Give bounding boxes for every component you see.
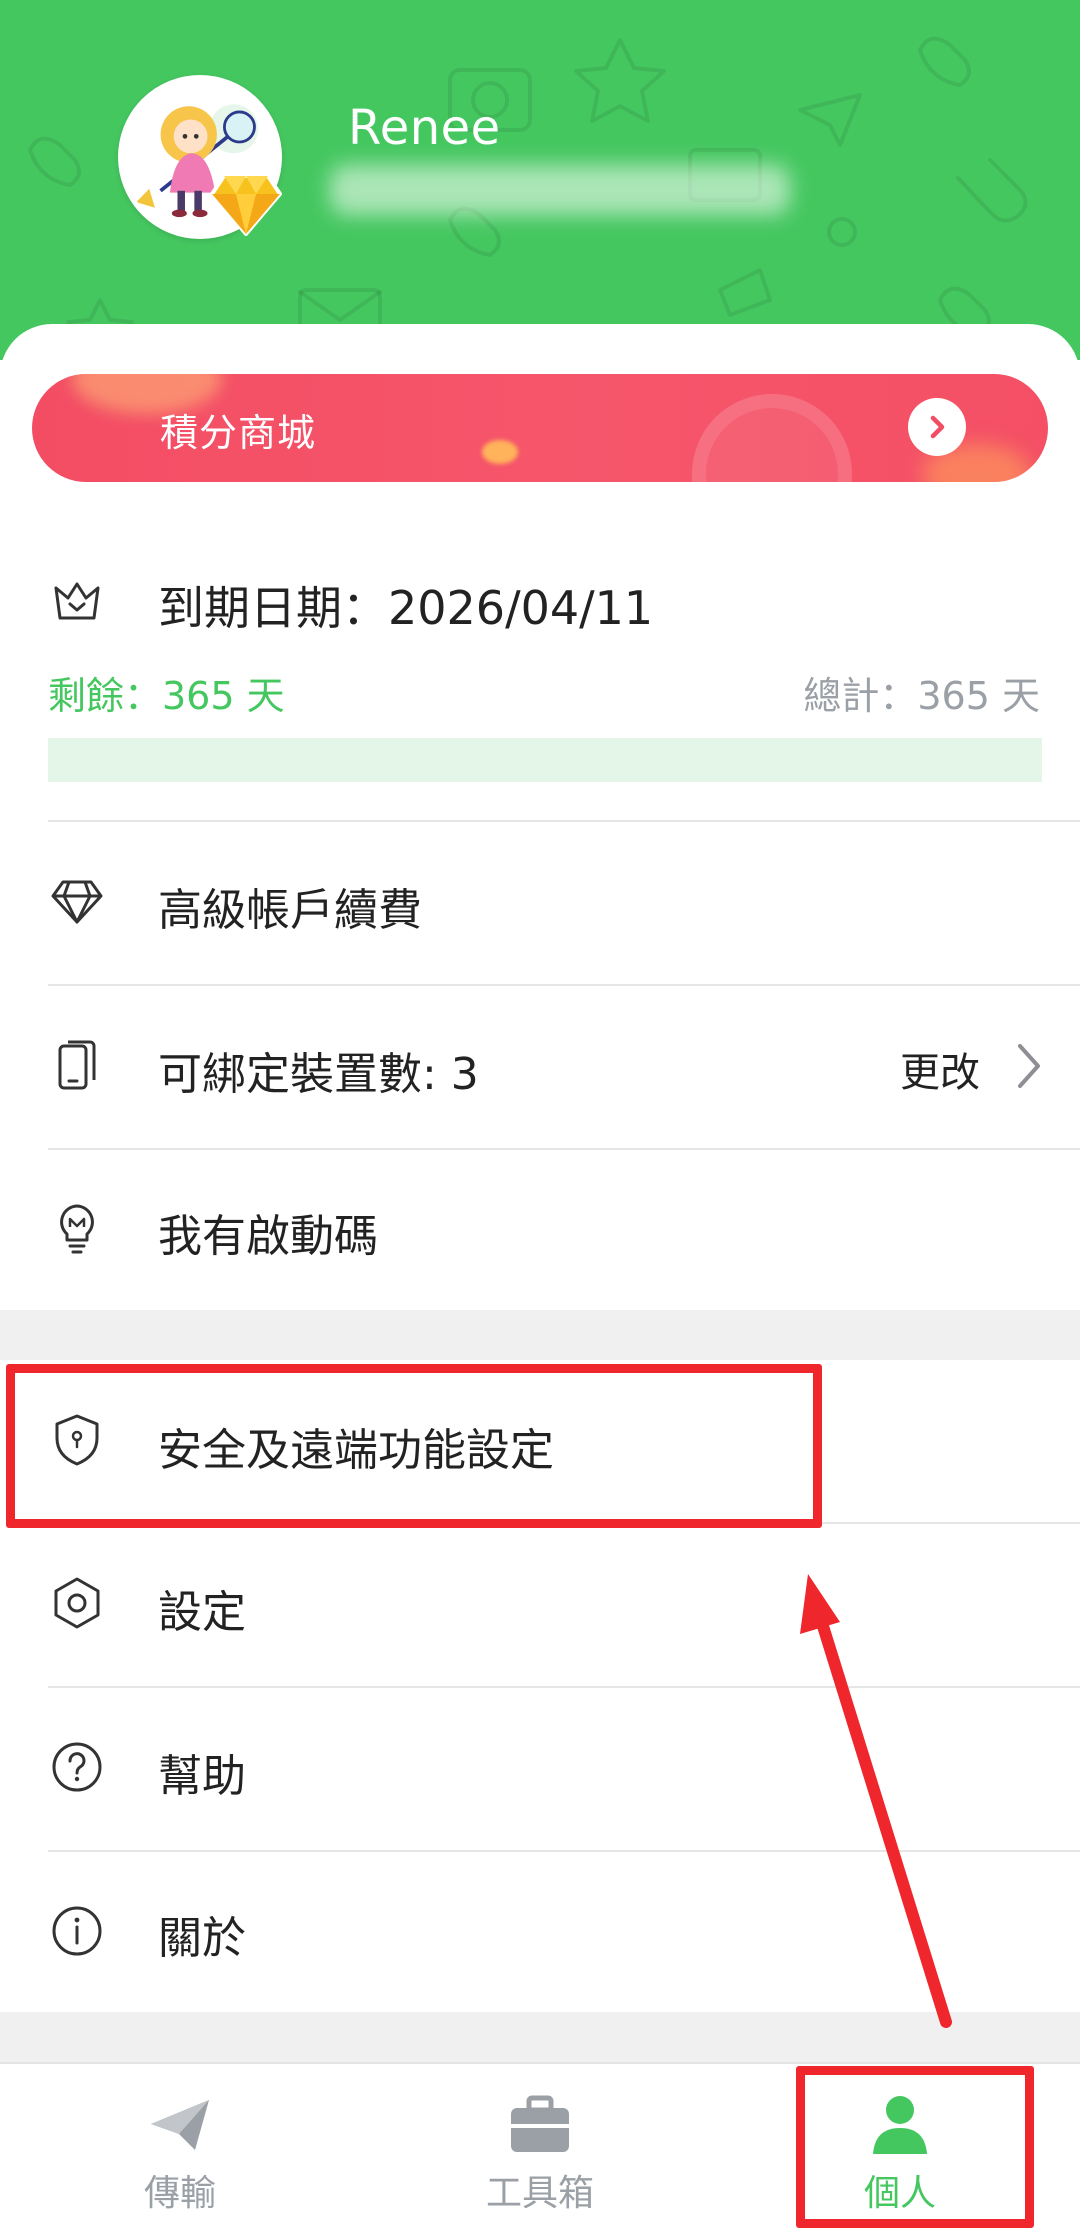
section-separator: [0, 2012, 1080, 2062]
redacted-account-id: [330, 165, 790, 215]
points-mall-banner[interactable]: 積分商城: [32, 374, 1048, 482]
phone-icon: [58, 1040, 96, 1090]
question-icon: [52, 1742, 102, 1792]
paper-plane-icon: [151, 2100, 209, 2150]
banner-dot-decoration: [482, 440, 518, 464]
tab-label: 工具箱: [485, 2173, 594, 2214]
username: Renee: [348, 100, 501, 156]
menu-item-activation-code[interactable]: 我有啟動碼: [0, 1150, 1080, 1310]
menu-item-label: 高級帳戶續費: [158, 885, 422, 936]
chevron-right-icon: [1018, 1044, 1040, 1088]
menu-item-label: 可綁定裝置數: 3: [158, 1049, 479, 1100]
tab-toolbox[interactable]: 工具箱: [360, 2064, 720, 2231]
crown-icon: [54, 582, 100, 620]
diamond-icon: [51, 880, 103, 924]
highlight-box-security: [6, 1364, 822, 1528]
remaining-days: 剩餘：365 天: [48, 674, 285, 718]
points-mall-label: 積分商城: [160, 411, 317, 455]
change-devices-link[interactable]: 更改: [900, 1040, 980, 1098]
menu-item-about[interactable]: 關於: [0, 1852, 1080, 2012]
points-mall-arrow-button[interactable]: [908, 398, 966, 456]
highlight-box-personal-tab: [796, 2066, 1034, 2228]
expiry-date: 到期日期：2026/04/11: [158, 581, 654, 635]
vip-diamond-badge-icon: [210, 174, 282, 236]
section-separator: [0, 1310, 1080, 1360]
menu-item-label: 我有啟動碼: [158, 1211, 378, 1262]
toolbox-icon: [511, 2095, 569, 2152]
menu-item-bindable-devices[interactable]: 可綁定裝置數: 3 更改: [0, 986, 1080, 1148]
menu-item-label: 設定: [158, 1587, 246, 1638]
tab-label: 傳輸: [143, 2173, 216, 2214]
membership-progress-bar: [48, 738, 1042, 782]
menu-item-label: 關於: [158, 1913, 246, 1964]
menu-item-settings[interactable]: 設定: [0, 1524, 1080, 1686]
coin-decoration: [692, 394, 852, 482]
chevron-right-icon: [930, 415, 945, 439]
menu-item-help[interactable]: 幫助: [0, 1688, 1080, 1850]
profile-header: Renee: [0, 0, 1080, 360]
bulb-icon: [60, 1204, 94, 1254]
total-days: 總計：365 天: [803, 674, 1040, 718]
tab-transfer[interactable]: 傳輸: [0, 2064, 360, 2231]
hexagon-gear-icon: [54, 1577, 100, 1629]
info-icon: [52, 1906, 102, 1956]
menu-item-label: 幫助: [158, 1751, 246, 1802]
menu-item-renew-premium[interactable]: 高級帳戶續費: [0, 822, 1080, 984]
